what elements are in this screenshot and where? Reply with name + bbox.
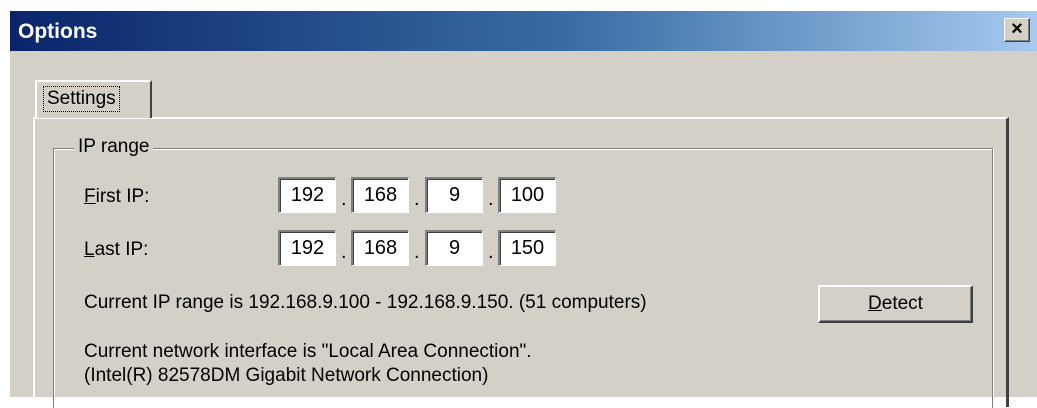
last-ip-octet-3[interactable]: 9 [425,230,483,266]
tab-settings-label: Settings [43,86,120,112]
last-ip-octet-1[interactable]: 192 [278,230,336,266]
first-ip-dot-1: . [341,188,347,210]
tab-settings[interactable]: Settings [35,80,152,118]
first-ip-label-rest: irst IP: [95,186,150,207]
last-ip-octet-4[interactable]: 150 [498,230,556,266]
detect-button[interactable]: Detect [818,285,973,323]
network-interface-text-line2: (Intel(R) 82578DM Gigabit Network Connec… [84,365,489,386]
first-ip-octet-1[interactable]: 192 [278,177,336,213]
first-ip-octet-4[interactable]: 100 [498,177,556,213]
first-ip-label: First IP: [84,186,150,207]
last-ip-label-rest: ast IP: [94,239,149,260]
close-button[interactable]: × [1004,18,1030,42]
first-ip-octet-3[interactable]: 9 [425,177,483,213]
window-title: Options [18,20,98,43]
last-ip-dot-3: . [488,241,494,263]
last-ip-label: Last IP: [84,239,149,260]
first-ip-dot-3: . [488,188,494,210]
current-ip-range-text: Current IP range is 192.168.9.100 - 192.… [84,292,647,313]
last-ip-dot-2: . [414,241,420,263]
title-bar[interactable]: Options × [10,11,1037,51]
last-ip-dot-1: . [341,241,347,263]
detect-button-label-rest: etect [881,293,923,314]
network-interface-text-line1: Current network interface is "Local Area… [84,341,532,362]
ip-range-group-label: IP range [74,136,154,158]
close-icon: × [1011,18,1023,40]
first-ip-dot-2: . [414,188,420,210]
first-ip-octet-2[interactable]: 168 [351,177,409,213]
last-ip-octet-2[interactable]: 168 [351,230,409,266]
